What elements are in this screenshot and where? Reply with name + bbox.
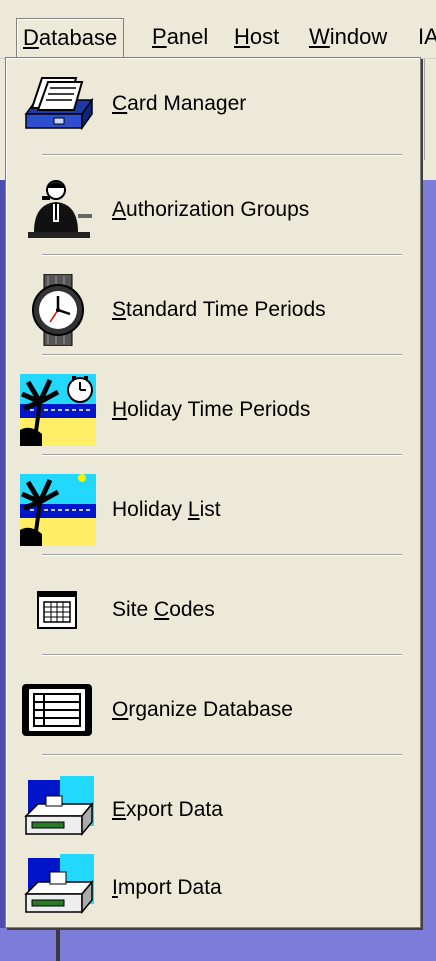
menu-separator <box>42 354 402 356</box>
menu-panel-rest: anel <box>166 24 209 49</box>
menu-separator <box>42 254 402 256</box>
menu-database-rest: atabase <box>38 25 118 50</box>
menu-separator <box>42 554 402 556</box>
card-file-icon <box>24 77 94 131</box>
menu-item-card-manager[interactable]: Card Manager <box>16 64 412 144</box>
menu-item-holiday-time-periods[interactable]: Holiday Time Periods <box>16 370 412 450</box>
menu-host-mnemonic: H <box>234 24 250 49</box>
menu-ia-label: IA <box>418 24 436 49</box>
menu-item-export-data[interactable]: Export Data <box>16 770 412 850</box>
list-document-icon <box>22 684 92 736</box>
security-guard-icon <box>28 180 92 238</box>
menu-item-mnemonic: A <box>112 198 127 221</box>
menu-item-mnemonic: I <box>112 876 118 899</box>
menu-separator <box>42 154 402 156</box>
menu-panel-mnemonic: P <box>152 24 167 49</box>
menu-host[interactable]: Host <box>228 18 285 56</box>
export-drive-icon <box>24 776 94 837</box>
menu-item-label: Holiday Time Periods <box>112 398 311 421</box>
beach-clock-icon <box>20 374 96 446</box>
menu-window-rest: indow <box>329 24 388 49</box>
menu-item-mnemonic: C <box>112 92 128 115</box>
menu-database-mnemonic: D <box>23 25 39 50</box>
menu-item-label: Card Manager <box>112 92 247 115</box>
menu-item-label: Holiday List <box>112 498 221 521</box>
menu-item-organize-database[interactable]: Organize Database <box>16 670 412 750</box>
menu-host-rest: ost <box>249 24 280 49</box>
menu-item-site-codes[interactable]: Site Codes <box>16 570 412 650</box>
menu-item-label: Site Codes <box>112 598 215 621</box>
menu-item-label: Export Data <box>112 798 223 821</box>
beach-icon <box>20 474 96 546</box>
menu-item-standard-time-periods[interactable]: Standard Time Periods <box>16 270 412 350</box>
menu-bar: Database Panel Host Window IA <box>0 0 436 59</box>
menu-separator <box>42 754 402 756</box>
menu-item-holiday-list[interactable]: Holiday List <box>16 470 412 550</box>
menu-item-mnemonic: E <box>112 798 127 821</box>
menu-item-label: Standard Time Periods <box>112 298 326 321</box>
import-drive-icon <box>24 854 94 915</box>
menu-database[interactable]: Database <box>16 18 125 57</box>
menu-item-mnemonic: H <box>112 398 128 421</box>
menu-item-import-data[interactable]: Import Data <box>16 848 412 928</box>
menu-item-authorization-groups[interactable]: Authorization Groups <box>16 170 412 250</box>
menu-item-label: Authorization Groups <box>112 198 310 221</box>
menu-window-mnemonic: W <box>309 24 330 49</box>
menu-ia[interactable]: IA <box>412 18 436 56</box>
menu-item-mnemonic: L <box>187 498 200 521</box>
menu-panel[interactable]: Panel <box>146 18 214 56</box>
menu-item-mnemonic: C <box>154 598 170 621</box>
app-background-bottom <box>0 928 436 961</box>
grid-document-icon <box>37 591 77 629</box>
menu-item-label: Import Data <box>112 876 222 899</box>
menu-item-mnemonic: S <box>112 298 127 321</box>
menu-item-mnemonic: O <box>112 698 129 721</box>
menu-separator <box>42 454 402 456</box>
wristwatch-icon <box>32 274 84 346</box>
database-dropdown-menu: Card Manager Authorization Groups Standa… <box>5 57 421 928</box>
menu-item-label: Organize Database <box>112 698 293 721</box>
menu-separator <box>42 654 402 656</box>
app-divider <box>56 928 60 961</box>
menu-window[interactable]: Window <box>303 18 393 56</box>
